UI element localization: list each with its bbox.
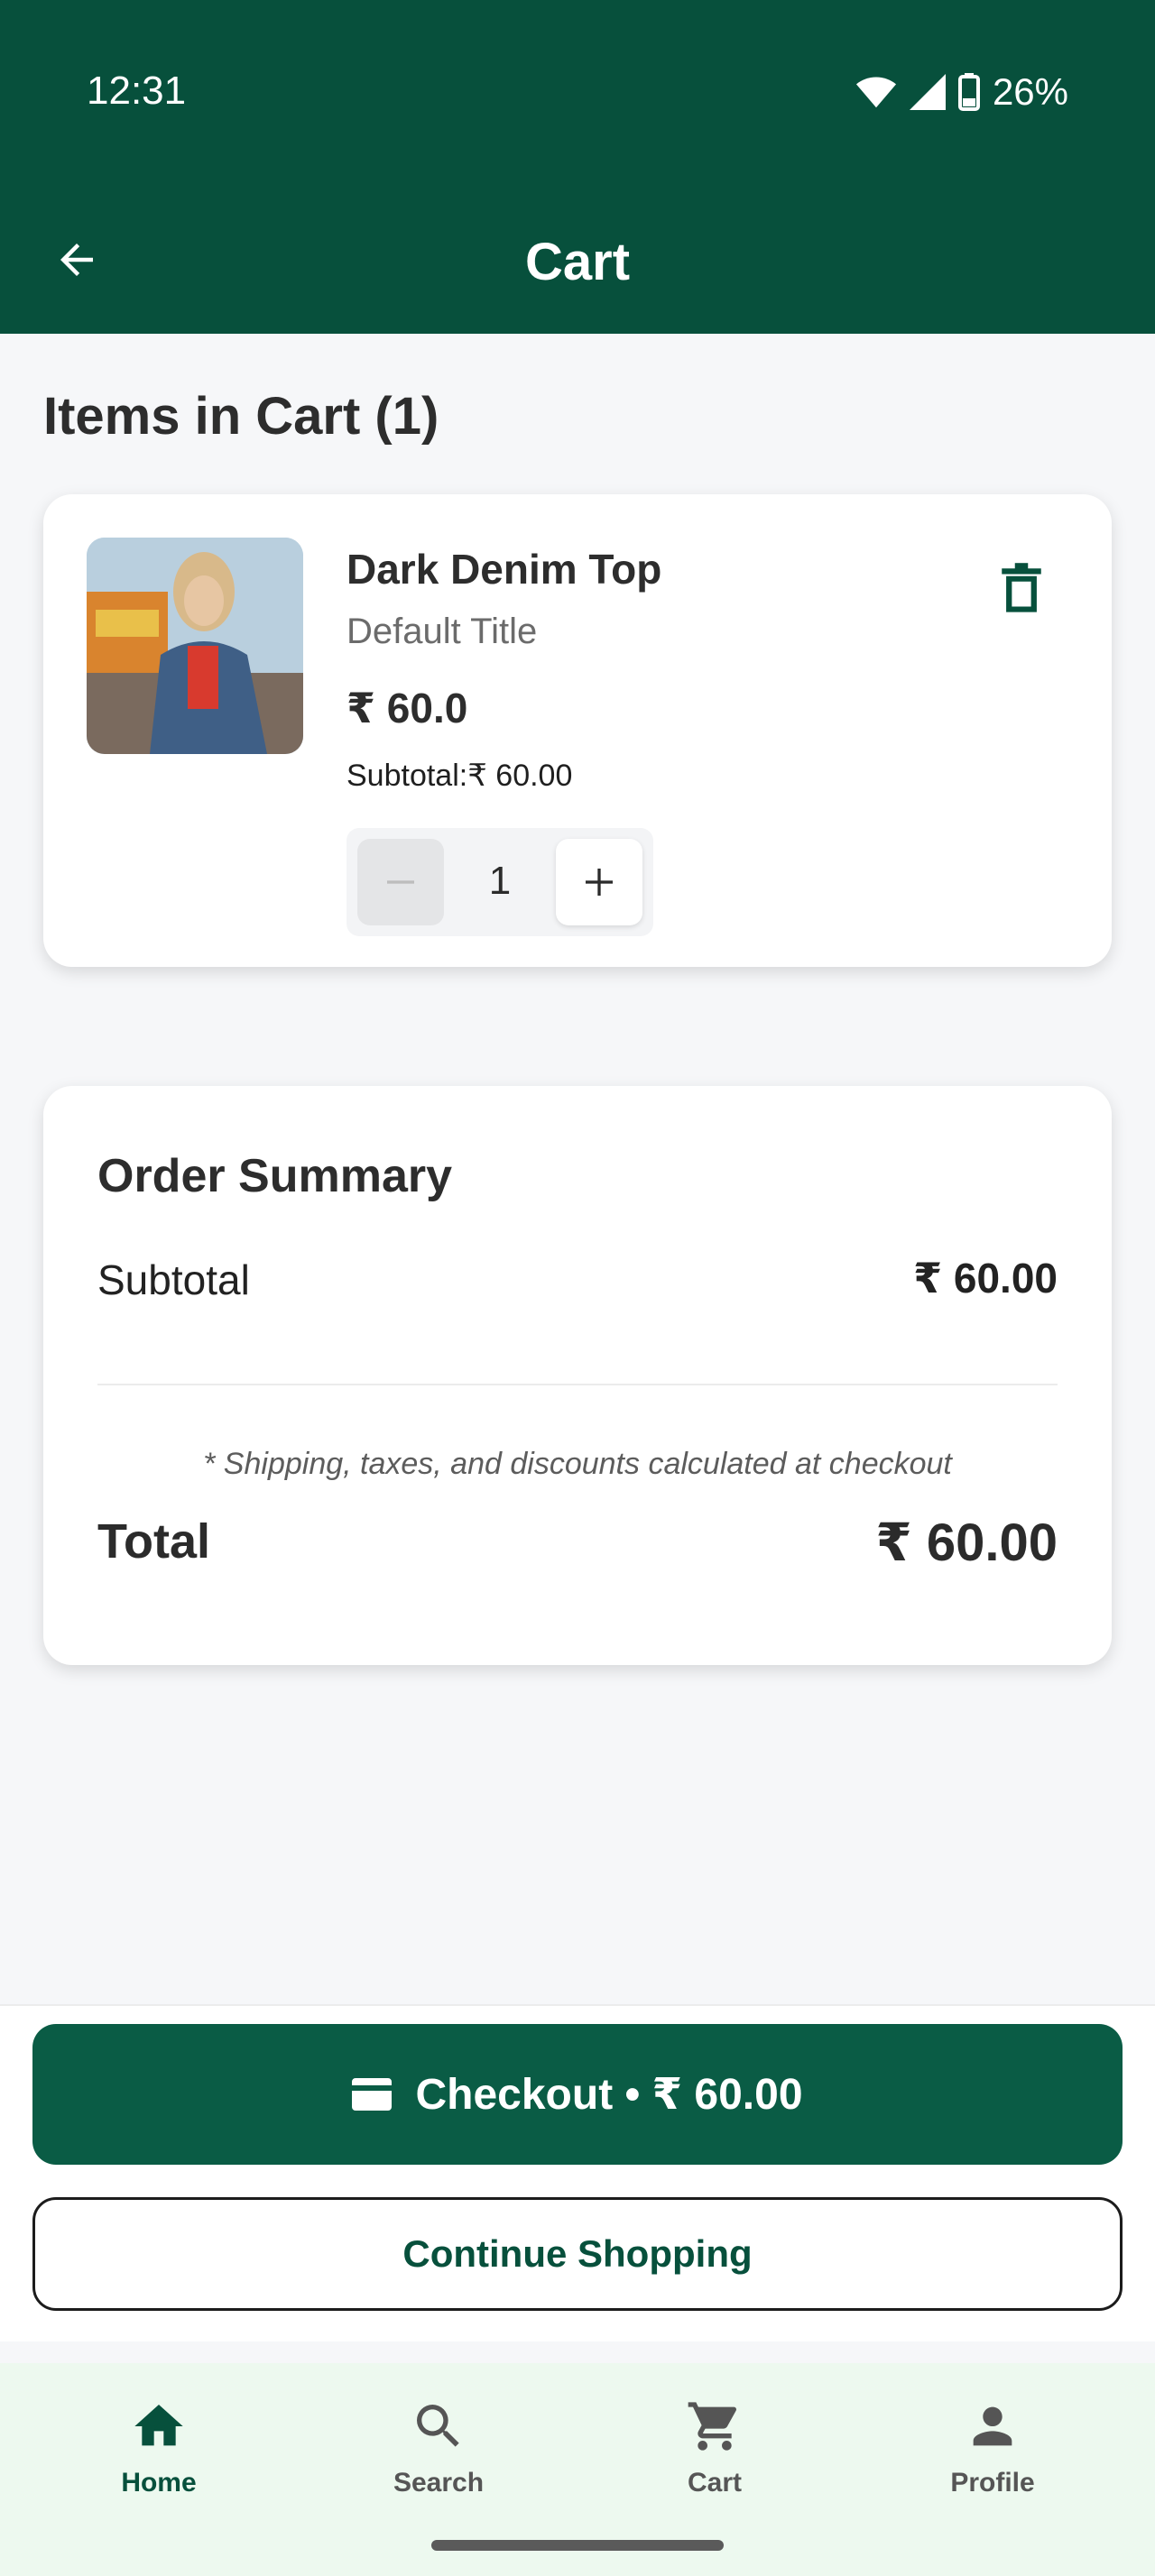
- checkout-button[interactable]: Checkout • ₹ 60.00: [32, 2024, 1123, 2165]
- nav-cart-label: Cart: [687, 2468, 742, 2498]
- continue-shopping-label: Continue Shopping: [402, 2232, 753, 2275]
- bottom-navigation: Home Search Cart Profile: [0, 2363, 1155, 2576]
- nav-profile[interactable]: Profile: [884, 2397, 1101, 2524]
- nav-search-label: Search: [393, 2468, 485, 2498]
- plus-icon: [586, 869, 613, 896]
- status-icons: 26%: [855, 69, 1068, 115]
- increase-quantity-button[interactable]: [556, 839, 642, 925]
- summary-divider: [97, 1384, 1058, 1385]
- search-icon: [417, 2405, 459, 2447]
- cart-content[interactable]: Items in Cart (1) Dark Denim Top Default…: [0, 334, 1155, 2004]
- battery-percent: 26%: [992, 70, 1068, 113]
- product-photo: [87, 538, 303, 754]
- battery-icon: [957, 73, 980, 111]
- profile-icon: [973, 2406, 1012, 2446]
- credit-card-icon: [352, 2078, 393, 2111]
- bottom-actions: Checkout • ₹ 60.00 Continue Shopping: [0, 2004, 1155, 2341]
- product-image[interactable]: [87, 538, 303, 754]
- trash-icon: [1002, 563, 1041, 612]
- delete-item-button[interactable]: [982, 548, 1061, 628]
- product-subtotal: Subtotal:₹ 60.00: [346, 759, 573, 793]
- status-bar: 12:31 26%: [0, 0, 1155, 185]
- wifi-icon: [855, 77, 896, 108]
- status-time: 12:31: [87, 69, 187, 113]
- nav-cart[interactable]: Cart: [606, 2397, 823, 2524]
- home-icon: [134, 2405, 183, 2446]
- cart-icon: [688, 2402, 737, 2451]
- page-title: Cart: [524, 233, 631, 291]
- total-label: Total: [97, 1514, 210, 1569]
- product-variant: Default Title: [346, 612, 538, 651]
- checkout-label: Checkout • ₹ 60.00: [415, 2071, 803, 2119]
- total-value: ₹ 60.00: [875, 1513, 1058, 1572]
- product-price: ₹ 60.0: [346, 685, 468, 731]
- cart-item-card: Dark Denim Top Default Title ₹ 60.0 Subt…: [43, 494, 1112, 967]
- order-summary-card: Order Summary Subtotal ₹ 60.00 * Shippin…: [43, 1086, 1112, 1665]
- continue-shopping-button[interactable]: Continue Shopping: [32, 2197, 1123, 2311]
- subtotal-value: ₹ 60.00: [913, 1255, 1058, 1302]
- decrease-quantity-button[interactable]: [357, 839, 444, 925]
- nav-profile-label: Profile: [950, 2468, 1035, 2498]
- nav-home-label: Home: [121, 2468, 197, 2498]
- minus-icon: [387, 880, 414, 884]
- gesture-navigation-bar[interactable]: [431, 2540, 724, 2551]
- quantity-stepper: 1: [346, 828, 653, 936]
- nav-home[interactable]: Home: [51, 2397, 267, 2524]
- nav-search[interactable]: Search: [330, 2397, 547, 2524]
- checkout-note: * Shipping, taxes, and discounts calcula…: [203, 1447, 952, 1481]
- cellular-signal-icon: [909, 74, 946, 110]
- quantity-value: 1: [488, 859, 512, 903]
- product-name[interactable]: Dark Denim Top: [346, 545, 661, 593]
- app-bar: Cart: [0, 185, 1155, 334]
- app-header: 12:31 26% Cart: [0, 0, 1155, 334]
- subtotal-label: Subtotal: [97, 1256, 250, 1303]
- order-summary-title: Order Summary: [97, 1150, 453, 1202]
- items-in-cart-heading: Items in Cart (1): [43, 387, 439, 446]
